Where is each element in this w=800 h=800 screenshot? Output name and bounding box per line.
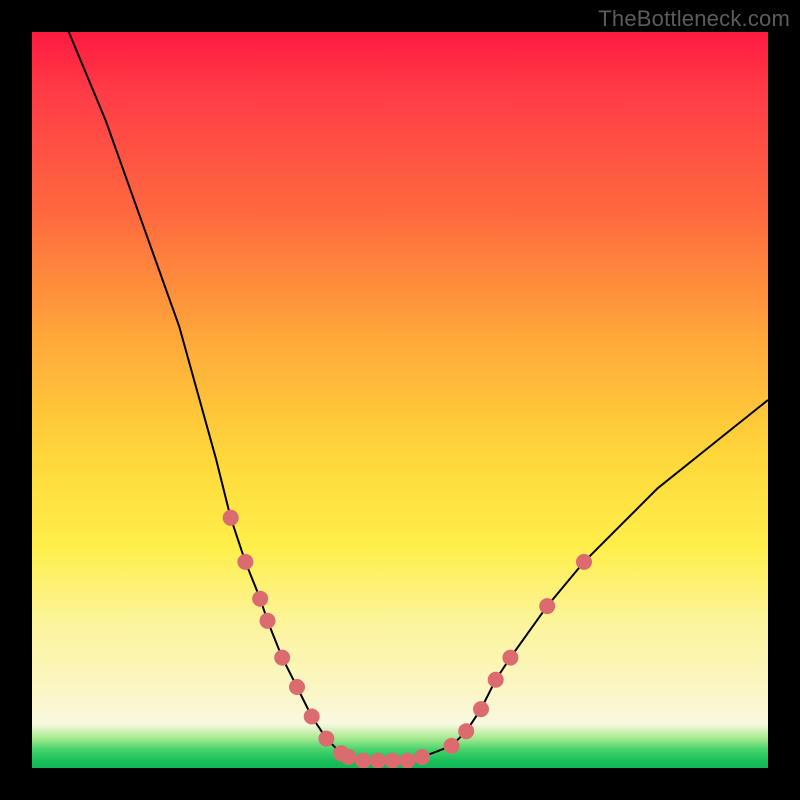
curve-marker [237,554,253,570]
curve-marker [318,731,334,747]
bottleneck-curve-path [69,32,768,761]
curve-marker [399,753,415,768]
curve-marker [539,598,555,614]
curve-marker [473,701,489,717]
curve-marker [304,709,320,725]
curve-marker [458,723,474,739]
watermark-text: TheBottleneck.com [598,6,790,32]
curve-marker [274,650,290,666]
curve-marker [355,753,371,768]
curve-marker [370,753,386,768]
curve-marker [385,753,401,768]
curve-marker [223,510,239,526]
marker-group [223,510,592,768]
curve-marker [260,613,276,629]
plot-area [32,32,768,768]
curve-marker [289,679,305,695]
curve-marker [502,650,518,666]
curve-marker [576,554,592,570]
chart-frame: TheBottleneck.com [0,0,800,800]
bottleneck-curve-svg [32,32,768,768]
curve-marker [414,749,430,765]
curve-marker [488,672,504,688]
curve-marker [341,749,357,765]
curve-marker [252,591,268,607]
curve-marker [444,738,460,754]
